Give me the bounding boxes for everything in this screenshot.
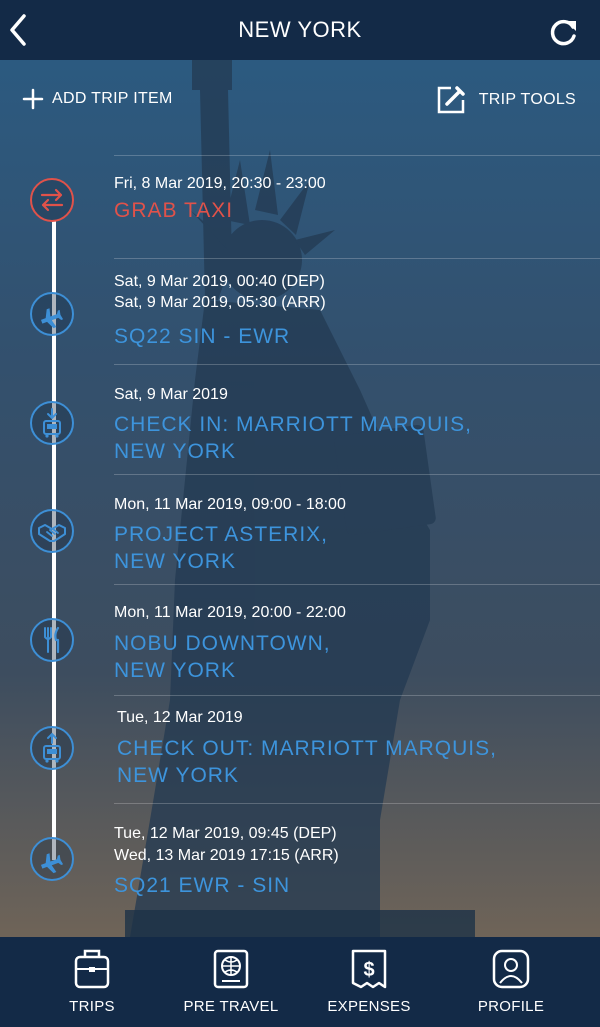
page-title: NEW YORK <box>238 17 362 42</box>
nav-tab-trips[interactable]: TRIPS <box>17 937 167 1027</box>
nav-tab-label: EXPENSES <box>327 998 411 1015</box>
divider <box>114 258 600 259</box>
nav-tab-label: PROFILE <box>477 998 545 1015</box>
trip-item-title[interactable]: SQ22 SIN - EWR <box>114 323 290 350</box>
divider <box>114 474 600 475</box>
trip-item-title-line2[interactable]: NEW YORK <box>114 657 236 684</box>
trip-item-datetime: Mon, 11 Mar 2019, 09:00 - 18:00 <box>114 496 346 513</box>
fork-knife-icon <box>30 618 74 662</box>
nav-tab-label: TRIPS <box>69 998 115 1015</box>
luggage-icon <box>74 949 110 989</box>
divider <box>114 803 600 804</box>
svg-text:$: $ <box>363 959 374 981</box>
profile-icon <box>492 949 530 989</box>
trip-item-datetime: Sat, 9 Mar 2019 <box>114 386 228 403</box>
trip-item-title-line2[interactable]: NEW YORK <box>117 762 239 789</box>
edit-tools-icon <box>437 86 465 114</box>
trip-item-arrival: Sat, 9 Mar 2019, 05:30 (ARR) <box>114 294 326 311</box>
divider <box>114 695 600 696</box>
trip-tools-label: TRIP TOOLS <box>478 91 576 108</box>
trip-item-title-line2[interactable]: NEW YORK <box>114 438 236 465</box>
trip-item-datetime: Tue, 12 Mar 2019 <box>117 709 243 726</box>
trip-item-datetime: Mon, 11 Mar 2019, 20:00 - 22:00 <box>114 604 346 621</box>
airplane-icon <box>30 837 74 881</box>
handshake-icon <box>30 509 74 553</box>
trip-tools-button[interactable]: TRIP TOOLS <box>435 84 576 116</box>
passport-icon <box>213 949 249 989</box>
trip-item-title[interactable]: SQ21 EWR - SIN <box>114 872 290 899</box>
trip-item-arrival: Wed, 13 Mar 2019 17:15 (ARR) <box>114 847 339 864</box>
nav-tab-profile[interactable]: PROFILE <box>436 937 586 1027</box>
receipt-dollar-icon: $ <box>351 949 387 989</box>
nav-tab-expenses[interactable]: $ EXPENSES <box>294 937 444 1027</box>
trip-item-departure: Sat, 9 Mar 2019, 00:40 (DEP) <box>114 273 325 290</box>
trip-item-title-line2[interactable]: NEW YORK <box>114 548 236 575</box>
hotel-check-in-icon <box>30 401 74 445</box>
trip-item-title[interactable]: GRAB TAXI <box>114 197 233 224</box>
nav-tab-pre-travel[interactable]: PRE TRAVEL <box>156 937 306 1027</box>
trip-item-title[interactable]: PROJECT ASTERIX, <box>114 521 328 548</box>
divider <box>114 584 600 585</box>
nav-tab-label: PRE TRAVEL <box>183 998 279 1015</box>
add-trip-item-button[interactable]: ADD TRIP ITEM <box>22 88 173 110</box>
trip-item-departure: Tue, 12 Mar 2019, 09:45 (DEP) <box>114 825 337 842</box>
trip-item-datetime: Fri, 8 Mar 2019, 20:30 - 23:00 <box>114 175 326 192</box>
top-app-bar: NEW YORK <box>0 0 600 60</box>
bottom-navigation: TRIPS PRE TRAVEL $ EXPENSES PROFILE <box>0 937 600 1027</box>
divider <box>114 364 600 365</box>
divider <box>114 155 600 156</box>
trip-item-title[interactable]: CHECK IN: MARRIOTT MARQUIS, <box>114 411 472 438</box>
trip-item-title[interactable]: NOBU DOWNTOWN, <box>114 630 331 657</box>
refresh-icon[interactable] <box>546 15 580 49</box>
trip-item-title[interactable]: CHECK OUT: MARRIOTT MARQUIS, <box>117 735 497 762</box>
add-trip-item-label: ADD TRIP ITEM <box>52 90 173 107</box>
plus-icon <box>22 88 44 110</box>
hotel-check-out-icon <box>30 726 74 770</box>
airplane-icon <box>30 292 74 336</box>
transfer-icon <box>30 178 74 222</box>
